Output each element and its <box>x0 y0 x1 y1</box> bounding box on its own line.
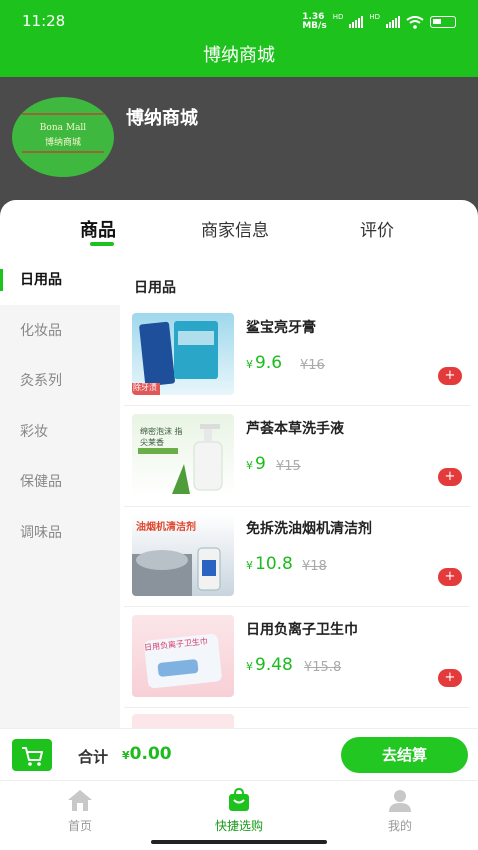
sidebar-item-moxibustion[interactable]: 灸系列 <box>0 356 120 406</box>
nav-home[interactable]: 首页 <box>40 787 120 834</box>
product-old-price: ¥15.8 <box>304 660 342 675</box>
cart-bar: 合计 ¥0.00 去结算 <box>0 728 478 780</box>
checkout-button[interactable]: 去结算 <box>341 737 468 773</box>
product-name: 免拆洗油烟机清洁剂 <box>246 521 372 537</box>
main-panel: 商品 商家信息 评价 日用品 化妆品 灸系列 彩妆 保健品 调味品 日用品 除牙… <box>0 200 478 780</box>
wifi-icon <box>406 15 424 29</box>
product-image: 除牙渍 <box>132 313 234 395</box>
currency-symbol: ¥ <box>246 559 253 572</box>
sidebar-item-daily[interactable]: 日用品 <box>0 255 120 305</box>
product-image: 绵密泡沫 指尖莱香 <box>132 414 234 496</box>
tab-bar: 商品 商家信息 评价 <box>0 200 478 252</box>
network-speed-unit: MB/s <box>302 21 327 31</box>
sidebar-item-health[interactable]: 保健品 <box>0 457 120 507</box>
total-value: ¥0.00 <box>122 744 172 764</box>
signal-icon-2 <box>386 16 400 28</box>
status-bar: 11:28 1.36 MB/s HD HD <box>0 0 478 40</box>
nav-profile-label: 我的 <box>387 819 412 833</box>
logo-text-cn: 博纳商城 <box>44 138 81 148</box>
product-price: ¥10.8 <box>246 554 293 574</box>
nav-quick-shop[interactable]: 快捷选购 <box>199 787 279 834</box>
home-icon <box>68 790 92 811</box>
product-card[interactable]: 除牙渍 鲨宝亮牙膏 ¥9.6 ¥16 + <box>124 313 470 413</box>
tab-merchant-info[interactable]: 商家信息 <box>201 216 269 241</box>
product-price: ¥9 <box>246 454 266 474</box>
currency-symbol: ¥ <box>246 358 253 371</box>
product-price-value: 9.6 <box>255 353 283 373</box>
nav-home-label: 首页 <box>67 819 92 833</box>
store-name: 博纳商城 <box>126 108 198 129</box>
nav-profile[interactable]: 我的 <box>360 787 440 834</box>
sidebar-item-cosmetics[interactable]: 化妆品 <box>0 306 120 356</box>
status-time: 11:28 <box>22 12 66 30</box>
next-product-image-partial <box>132 714 234 728</box>
home-indicator <box>151 840 327 844</box>
network-speed: 1.36 MB/s <box>302 13 326 31</box>
category-title: 日用品 <box>134 280 176 296</box>
thumb-caption: 除牙渍 <box>133 383 157 392</box>
product-price: ¥9.6 <box>246 353 282 373</box>
product-name: 芦荟本草洗手液 <box>246 421 344 437</box>
add-to-cart-button[interactable]: + <box>438 669 462 687</box>
add-to-cart-button[interactable]: + <box>438 468 462 486</box>
currency-symbol: ¥ <box>246 459 253 472</box>
sidebar-item-makeup[interactable]: 彩妆 <box>0 407 120 457</box>
logo-stripe <box>22 151 104 153</box>
logo-stripe <box>22 113 104 115</box>
category-sidebar: 日用品 化妆品 灸系列 彩妆 保健品 调味品 <box>0 255 120 780</box>
product-image: 油烟机清洁剂 <box>132 514 234 596</box>
product-price-value: 10.8 <box>255 554 293 574</box>
cart-button[interactable] <box>12 739 52 771</box>
nav-quick-shop-label: 快捷选购 <box>214 819 263 833</box>
currency-symbol: ¥ <box>246 660 253 673</box>
hd-badge-1: HD <box>332 13 344 21</box>
divider <box>124 707 470 708</box>
product-price-value: 9.48 <box>255 655 293 675</box>
cart-icon <box>22 747 43 766</box>
product-name: 日用负离子卫生巾 <box>246 622 358 638</box>
logo-text-en: Bona Mall <box>39 123 87 133</box>
pad-image <box>144 633 222 689</box>
divider <box>124 405 470 406</box>
page-title: 博纳商城 <box>203 45 275 66</box>
tab-reviews[interactable]: 评价 <box>360 216 394 241</box>
title-bar: 博纳商城 <box>0 40 478 77</box>
user-icon <box>389 790 411 812</box>
signal-icon <box>349 16 364 28</box>
product-price: ¥9.48 <box>246 655 293 675</box>
product-old-price: ¥18 <box>302 559 327 574</box>
divider <box>124 606 470 607</box>
tab-products[interactable]: 商品 <box>80 216 116 242</box>
shopping-bag-icon <box>229 787 249 811</box>
product-price-value: 9 <box>255 454 266 474</box>
thumb-caption: 油烟机清洁剂 <box>136 522 196 533</box>
product-image: 日用负离子卫生巾 <box>132 615 234 697</box>
product-old-price: ¥16 <box>300 358 325 373</box>
thumb-caption: 绵密泡沫 指尖莱香 <box>140 427 183 447</box>
status-icons: 1.36 MB/s HD HD <box>302 13 456 31</box>
store-logo: Bona Mall 博纳商城 <box>12 97 114 177</box>
tab-indicator <box>90 242 114 246</box>
divider <box>124 506 470 507</box>
total-amount: 0.00 <box>129 744 172 764</box>
product-card[interactable]: 油烟机清洁剂 免拆洗油烟机清洁剂 ¥10.8 ¥18 + <box>124 514 470 614</box>
sidebar-item-seasoning[interactable]: 调味品 <box>0 508 120 558</box>
product-card[interactable]: 绵密泡沫 指尖莱香 芦荟本草洗手液 ¥9 ¥15 + <box>124 414 470 514</box>
add-to-cart-button[interactable]: + <box>438 568 462 586</box>
battery-icon <box>430 16 456 28</box>
product-old-price: ¥15 <box>276 459 301 474</box>
product-name: 鲨宝亮牙膏 <box>246 320 316 336</box>
currency-symbol: ¥ <box>122 749 130 762</box>
add-to-cart-button[interactable]: + <box>438 367 462 385</box>
product-card[interactable]: 日用负离子卫生巾 日用负离子卫生巾 ¥9.48 ¥15.8 + <box>124 615 470 715</box>
total-label: 合计 <box>78 748 109 766</box>
hd-badge-2: HD <box>369 13 380 21</box>
